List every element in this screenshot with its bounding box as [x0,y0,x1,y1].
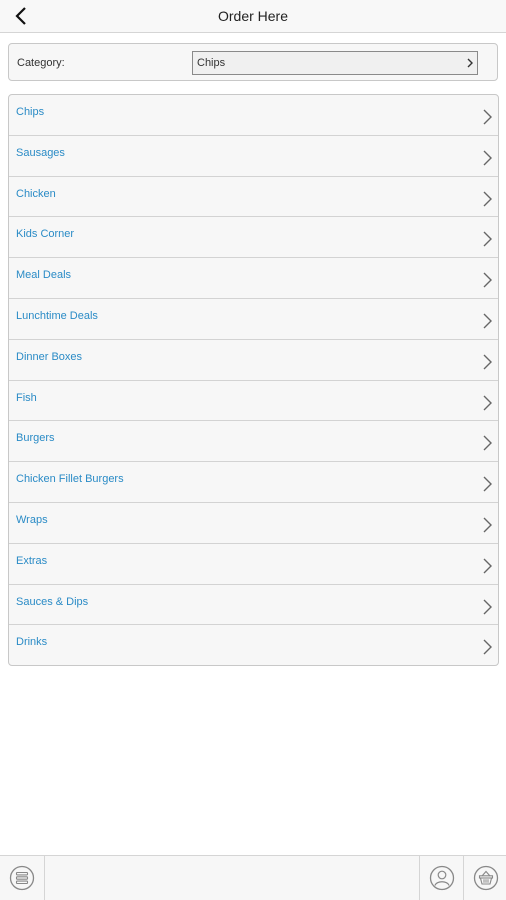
list-item-sauces-dips[interactable]: Sauces & Dips [9,585,498,626]
list-item-label: Sausages [16,146,65,159]
chevron-right-icon [483,395,492,411]
list-item-label: Drinks [16,636,48,649]
chevron-right-icon [483,313,492,329]
list-item-label: Wraps [16,513,48,526]
category-panel: Category: Chips [8,43,498,81]
list-item-label: Lunchtime Deals [16,309,98,322]
list-item-sausages[interactable]: Sausages [9,136,498,177]
list-item-label: Extras [16,554,48,567]
category-label: Category: [17,57,65,69]
basket-icon [473,865,499,891]
list-item-label: Dinner Boxes [16,350,83,363]
chevron-right-icon [467,58,473,68]
list-item-label: Fish [16,391,37,404]
list-item-label: Chicken [16,187,56,200]
list-item-chicken-fillet-burgers[interactable]: Chicken Fillet Burgers [9,462,498,503]
chevron-right-icon [483,435,492,451]
nav-bar: Order Here [0,0,506,33]
account-button[interactable] [420,856,464,900]
chevron-right-icon [483,517,492,533]
chevron-right-icon [483,558,492,574]
list-item-label: Chicken Fillet Burgers [16,473,124,486]
list-item-chicken[interactable]: Chicken [9,177,498,218]
list-item-burgers[interactable]: Burgers [9,421,498,463]
chevron-right-icon [483,599,492,615]
list-item-fish[interactable]: Fish [9,381,498,422]
list-item-meal-deals[interactable]: Meal Deals [9,258,498,299]
category-select[interactable]: Chips [192,51,478,75]
chevron-right-icon [483,231,492,247]
list-item-kids-corner[interactable]: Kids Corner [9,217,498,259]
account-icon [429,865,455,891]
chevron-right-icon [483,272,492,288]
chevron-right-icon [483,109,492,125]
category-select-value: Chips [197,57,226,69]
toolbar-divider [44,856,45,900]
chevron-right-icon [483,150,492,166]
chevron-right-icon [483,191,492,207]
menu-list-icon [9,865,35,891]
list-item-extras[interactable]: Extras [9,544,498,585]
chevron-right-icon [483,639,492,655]
list-item-label: Meal Deals [16,269,72,282]
list-item-label: Sauces & Dips [16,595,89,608]
bottom-toolbar [0,855,506,900]
list-item-wraps[interactable]: Wraps [9,503,498,544]
chevron-right-icon [483,354,492,370]
list-item-label: Chips [16,106,45,118]
list-item-dinner-boxes[interactable]: Dinner Boxes [9,340,498,381]
list-item-label: Burgers [16,432,55,445]
menu-list-button[interactable] [0,856,44,900]
page-title: Order Here [217,8,289,24]
list-item-drinks[interactable]: Drinks [9,625,498,665]
list-item-lunchtime-deals[interactable]: Lunchtime Deals [9,299,498,340]
basket-button[interactable] [464,856,506,900]
chevron-right-icon [483,476,492,492]
category-list: Chips Sausages Chicken Kids Corner Meal … [8,94,499,666]
list-item-chips[interactable]: Chips [9,95,498,136]
list-item-label: Kids Corner [16,228,75,241]
